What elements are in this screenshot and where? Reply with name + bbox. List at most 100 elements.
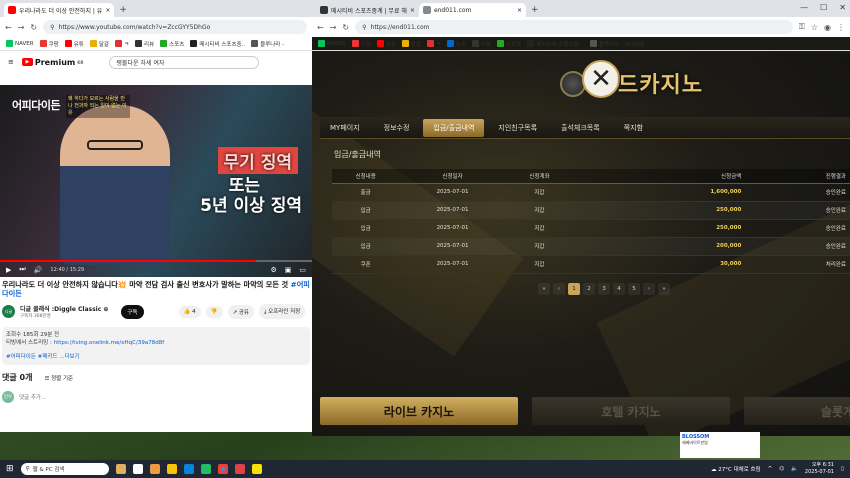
settings-icon[interactable]: ⚙ [270,266,276,274]
photos-icon[interactable] [149,464,160,474]
forward-icon[interactable]: → [330,23,337,32]
nav-attendance[interactable]: 출석체크목록 [551,119,610,137]
bookmark-coupang[interactable]: 쿠팡 [39,40,59,48]
tab-end011[interactable]: end011.com × [418,3,526,17]
new-tab-button[interactable]: + [531,5,539,15]
chrome-icon[interactable] [217,464,228,474]
reload-icon[interactable]: ↻ [342,23,349,32]
hotel-casino-button[interactable]: 호텔 카지노 [532,397,730,425]
start-icon[interactable]: ⊞ [6,464,14,474]
bookmark-messi[interactable]: 메시티비 스포츠중... [527,40,584,48]
minimize-icon[interactable]: — [800,3,808,12]
bookmark-bluenara[interactable]: 블루나라 - [251,40,284,48]
live-casino-button[interactable]: 라이브 카지노 [320,397,518,425]
tray-arrow-icon[interactable]: ^ [768,466,773,472]
close-overlay-icon[interactable]: ✕ [582,60,620,98]
search-input[interactable]: 탱볼다운 자세 여자 [109,55,260,69]
bookmark-youtube[interactable]: 유튜 [64,40,84,48]
bookmark-naver[interactable]: NAVER [318,40,346,47]
key-icon[interactable]: ⚿ [799,22,805,32]
page-3[interactable]: 3 [598,283,610,295]
close-window-icon[interactable]: ✕ [839,3,846,12]
video-player[interactable]: 어피다이든 왜 하다가 모르는 사람을 만나 전과자 되는 일이 없는 이유 무… [0,85,312,277]
new-tab-button[interactable]: + [119,5,127,15]
menu-icon[interactable]: ≡ [8,58,14,66]
dislike-button[interactable]: 👎 [205,305,223,318]
weather-widget[interactable]: ☁ 27°C 대체로 흐림 [711,465,761,473]
close-tab-icon[interactable]: × [410,7,415,14]
edge-icon[interactable] [183,464,194,474]
channel-avatar[interactable]: 디글 [2,305,15,318]
bookmark-k[interactable]: ㅋ [114,40,129,48]
network-icon[interactable]: ⌬ [779,466,784,472]
maximize-icon[interactable]: ☐ [820,3,827,12]
profile-icon[interactable]: ◉ [824,23,831,32]
nav-mypage[interactable]: MY페이지 [320,119,370,137]
widget-app-icon[interactable] [115,464,126,474]
next-icon[interactable]: ⏭ [19,265,25,274]
sort-button[interactable]: ☰ 정렬 기준 [44,374,73,382]
site-info-icon[interactable]: ⚲ [362,24,366,31]
desktop-widget-card[interactable]: BLOSSOM 제베바이트판빛 [680,432,760,458]
description-box[interactable]: 조회수 185회 29분 전 티빙에서 스트리밍 : https://tving… [2,327,310,365]
tab-youtube[interactable]: 우리나라도 더 이상 안전하지 | 유 × [4,3,115,17]
volume-icon[interactable]: 🔈 [791,466,798,472]
page-prev[interactable]: ‹ [553,283,565,295]
bookmark-youtube[interactable]: 유튜 [376,40,396,48]
miniplayer-icon[interactable]: ▣ [285,266,292,274]
page-4[interactable]: 4 [613,283,625,295]
desc-tags[interactable]: #어피다이든 #패키드 ...더보기 [6,353,306,361]
taskbar-search[interactable]: ⚲ 웹 & PC 검색 [20,463,109,475]
share-button[interactable]: ↗ 공유 [227,304,254,319]
page-next[interactable]: › [643,283,655,295]
youtube-logo[interactable]: ▶ Premium KR [21,58,83,67]
close-tab-icon[interactable]: × [517,7,522,14]
bookmark-egg[interactable]: 달걀 [89,40,109,48]
page-2[interactable]: 2 [583,283,595,295]
slot-game-button[interactable]: 슬롯게임 [744,397,850,425]
bookmark-k[interactable]: ㅋ [426,40,441,48]
store-icon[interactable] [200,464,211,474]
back-icon[interactable]: ← [317,23,324,32]
bookmark-naver[interactable]: NAVER [6,40,34,47]
offline-save-button[interactable]: ⤓ 오프라인 저장 [258,304,306,319]
bookmark-coupang[interactable]: 쿠팡 [351,40,371,48]
bookmark-sports[interactable]: 스포츠 [160,40,184,48]
nav-messages[interactable]: 쪽지함 [614,119,653,137]
nav-edit-info[interactable]: 정보수정 [374,119,420,137]
add-comment-input[interactable]: 댓글 추가... [19,393,46,401]
page-last[interactable]: » [658,283,670,295]
casino-logo[interactable]: 드카지노 [618,67,703,99]
bookmark-messi[interactable]: 메시티비 스포츠중.. [190,40,245,48]
more-icon[interactable]: ⋮ [837,23,845,32]
address-bar[interactable]: ⚲ https://www.youtube.com/watch?v=ZccGYY… [43,20,307,34]
nav-deposit-history[interactable]: 입금/출금내역 [423,118,485,137]
bookmark-sports[interactable]: 스포츠 [497,40,521,48]
bookmark-review[interactable]: 리뷰 [135,40,154,48]
notification-icon[interactable]: ▯ [841,466,844,472]
site-info-icon[interactable]: ⚲ [50,24,54,31]
address-bar[interactable]: ⚲ https://end011.com [355,20,793,34]
star-icon[interactable]: ☆ [811,23,818,32]
play-icon[interactable]: ▶ [6,266,11,274]
page-first[interactable]: « [538,283,550,295]
page-1[interactable]: 1 [568,283,580,295]
kakaotalk-icon[interactable] [251,464,262,474]
bookmark-egg[interactable]: 달걀 [401,40,421,48]
bookmark-review[interactable]: 리뷰 [472,40,491,48]
file-explorer-icon[interactable] [166,464,177,474]
theater-icon[interactable]: ▭ [299,266,306,274]
close-tab-icon[interactable]: × [105,7,110,14]
back-icon[interactable]: ← [5,23,12,32]
reload-icon[interactable]: ↻ [30,23,37,32]
bookmark-bluenara[interactable]: 블루나라 - 2024년... [589,40,649,48]
tab-messitv[interactable]: 메시티비 스포츠중계 | 무료 해 × [316,3,419,17]
bookmark-news[interactable]: 뉴스 [447,40,466,48]
desc-link[interactable]: https://tving.onelink.me/xHqC/39a78d8f [54,340,165,346]
like-button[interactable]: 👍 4 [178,305,201,318]
app-icon[interactable] [234,464,245,474]
task-view-icon[interactable] [132,464,143,474]
channel-name[interactable]: 디글 클래식 :Diggle Classic ⊕ [20,304,108,313]
volume-icon[interactable]: 🔊 [34,266,43,274]
subscribe-button[interactable]: 구독 [121,304,144,319]
